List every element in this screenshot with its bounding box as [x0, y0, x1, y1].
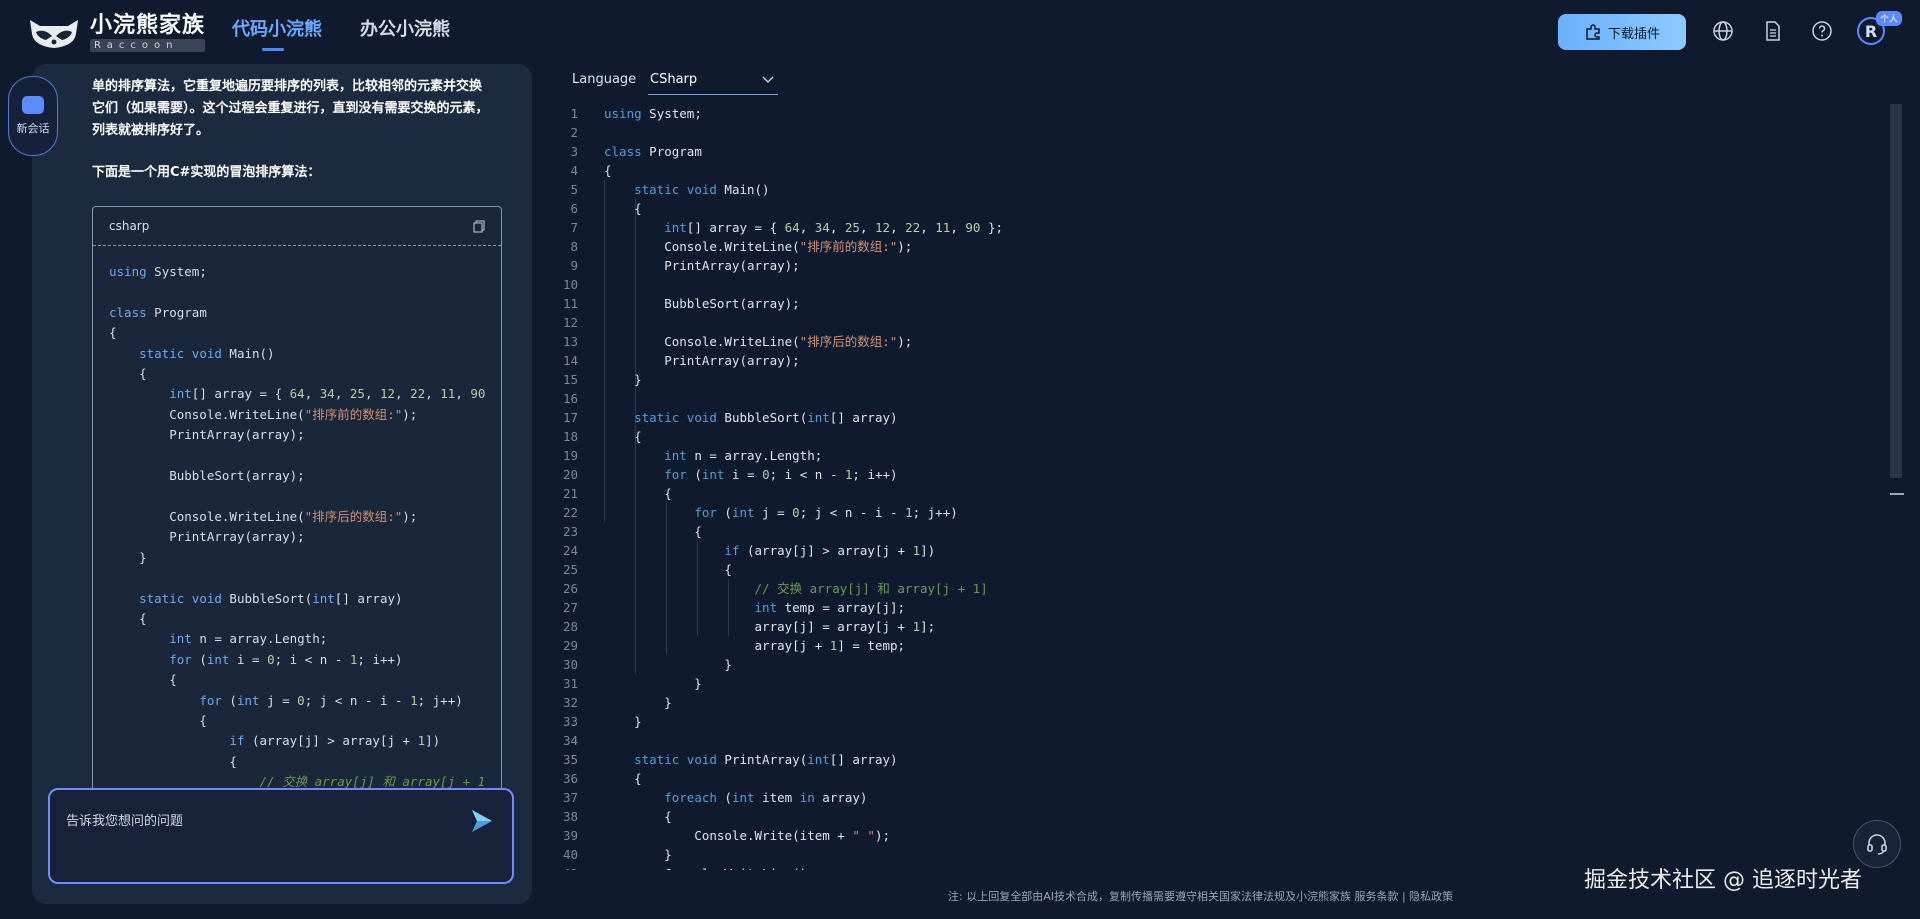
tab-office-raccoon[interactable]: 办公小浣熊: [360, 18, 450, 42]
tab-code-raccoon[interactable]: 代码小浣熊: [232, 18, 322, 51]
globe-icon[interactable]: [1712, 20, 1734, 42]
line-numbers: 1 2 3 4 5 6 7 8 9 10 11 12 13 14 15 16 1…: [562, 106, 578, 870]
code-lines: using System; class Program { static voi…: [604, 106, 1004, 870]
new-chat-label: 新会话: [16, 122, 50, 135]
chat-bubble-icon: [22, 96, 44, 114]
tab-label: 代码小浣熊: [232, 19, 322, 40]
editor-scrollbar[interactable]: [1890, 104, 1902, 478]
code-language-label: csharp: [109, 219, 150, 233]
customer-support-button[interactable]: [1853, 820, 1901, 868]
question-input[interactable]: 告诉我您想问的问题: [48, 788, 514, 884]
chevron-down-icon: [762, 76, 774, 83]
chat-panel: 单的排序算法，它重复地遍历要排序的列表，比较相邻的元素并交换它们（如果需要）。这…: [32, 64, 532, 904]
logo-subtitle: Raccoon: [90, 39, 206, 52]
tab-label: 办公小浣熊: [360, 19, 450, 40]
language-select[interactable]: CSharp: [648, 68, 778, 95]
language-label: Language: [572, 72, 637, 87]
disclaimer-text: 注: 以上回复全部由AI技术合成，复制传播需要遵守相关国家法律法规及小浣熊家族 …: [948, 890, 1454, 903]
top-header: 小浣熊家族 Raccoon 代码小浣熊 办公小浣熊 下载插件 R 个人: [0, 0, 1920, 62]
download-plugin-button[interactable]: 下载插件: [1558, 14, 1686, 50]
new-chat-button[interactable]: 新会话: [8, 76, 58, 156]
code-block-header: csharp: [93, 207, 501, 246]
raccoon-logo-icon: [30, 20, 78, 48]
logo-title: 小浣熊家族: [90, 13, 206, 38]
download-label: 下载插件: [1607, 26, 1660, 42]
avatar-letter: R: [1864, 21, 1878, 41]
input-placeholder: 告诉我您想问的问题: [66, 814, 184, 829]
assistant-message: 单的排序算法，它重复地遍历要排序的列表，比较相邻的元素并交换它们（如果需要）。这…: [92, 76, 492, 204]
send-icon[interactable]: [468, 808, 494, 834]
message-paragraph: 下面是一个用C#实现的冒泡排序算法：: [92, 165, 321, 180]
language-value: CSharp: [650, 72, 698, 87]
plugin-icon: [1586, 24, 1600, 40]
code-block: csharp using System; class Program { sta…: [92, 206, 502, 808]
message-paragraph: 单的排序算法，它重复地遍历要排序的列表，比较相邻的元素并交换它们（如果需要）。这…: [92, 79, 489, 138]
watermark: 掘金技术社区 @ 追逐时光者: [1584, 868, 1862, 893]
document-icon[interactable]: [1762, 20, 1784, 42]
headset-icon: [1867, 834, 1887, 855]
logo[interactable]: 小浣熊家族 Raccoon: [24, 13, 206, 52]
copy-icon[interactable]: [473, 219, 485, 233]
active-tab-indicator: [262, 48, 284, 51]
scrollbar-marker: [1890, 493, 1904, 495]
code-editor[interactable]: 1 2 3 4 5 6 7 8 9 10 11 12 13 14 15 16 1…: [540, 104, 1890, 870]
code-content: using System; class Program { static voi…: [109, 264, 486, 790]
account-type-badge: 个人: [1876, 11, 1903, 26]
help-icon[interactable]: [1811, 20, 1833, 42]
